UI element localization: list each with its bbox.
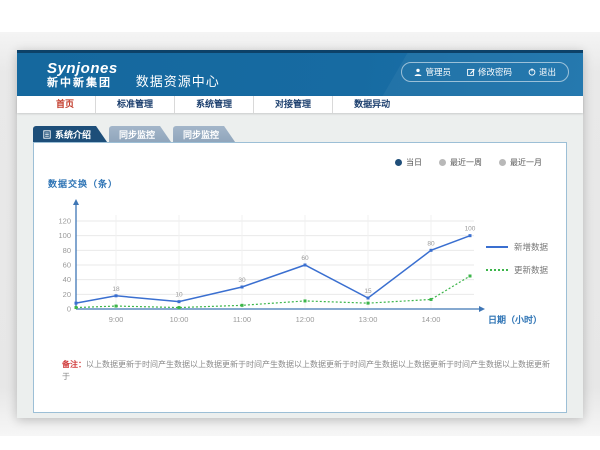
tab-label: 同步监控 [119, 128, 155, 141]
footnote-prefix: 备注： [62, 360, 86, 369]
document-icon [43, 130, 51, 139]
line-sample-solid-icon [486, 246, 508, 248]
change-password-label: 修改密码 [478, 66, 512, 78]
user-icon [414, 68, 422, 76]
chart-legend: 新增数据 更新数据 [486, 241, 548, 276]
svg-text:60: 60 [301, 255, 309, 262]
app-window: Synjones 新中新集团 数据资源中心 管理员 修改密码 退出 首页 标准管… [17, 50, 583, 418]
nav-item-data-change[interactable]: 数据异动 [333, 96, 411, 113]
change-password-button[interactable]: 修改密码 [459, 63, 520, 81]
radio-unselected-icon [499, 159, 506, 166]
svg-text:80: 80 [427, 240, 435, 247]
logout-label: 退出 [539, 66, 556, 78]
svg-text:日期（小时）: 日期（小时） [488, 314, 542, 325]
footnote-text: 以上数据更新于时间产生数据以上数据更新于时间产生数据以上数据更新于时间产生数据以… [62, 360, 550, 381]
svg-text:18: 18 [112, 286, 120, 293]
logout-button[interactable]: 退出 [520, 63, 564, 81]
range-option-label: 最近一周 [450, 157, 482, 168]
user-account-label: 管理员 [425, 66, 451, 78]
time-range-options: 当日 最近一周 最近一月 [395, 157, 542, 168]
range-option-label: 当日 [406, 157, 422, 168]
screen: Synjones 新中新集团 数据资源中心 管理员 修改密码 退出 首页 标准管… [0, 0, 600, 450]
svg-text:60: 60 [63, 261, 71, 270]
line-sample-dotted-icon [486, 269, 508, 271]
svg-text:120: 120 [58, 217, 71, 226]
svg-text:11:00: 11:00 [233, 315, 251, 324]
svg-text:10:00: 10:00 [170, 315, 189, 324]
brand-logo-text-cn: 新中新集团 [47, 78, 118, 89]
nav-item-interface-mgmt[interactable]: 对接管理 [254, 96, 333, 113]
nav-item-standard-mgmt[interactable]: 标准管理 [96, 96, 175, 113]
legend-entry-updated-data: 更新数据 [486, 264, 548, 276]
chart-panel: 当日 最近一周 最近一月 数据交换（条） 0204060801001209:00… [33, 142, 567, 413]
range-option-last-month[interactable]: 最近一月 [499, 157, 542, 168]
nav-item-home[interactable]: 首页 [35, 96, 96, 113]
tab-sync-monitor-2[interactable]: 同步监控 [173, 126, 235, 142]
svg-text:10: 10 [175, 292, 183, 299]
tab-label: 同步监控 [183, 128, 219, 141]
tab-sync-monitor-1[interactable]: 同步监控 [109, 126, 171, 142]
brand-logo: Synjones 新中新集团 [47, 61, 118, 89]
page-title: 数据资源中心 [136, 71, 220, 90]
main-nav: 首页 标准管理 系统管理 对接管理 数据异动 [17, 96, 583, 113]
footnote: 备注：以上数据更新于时间产生数据以上数据更新于时间产生数据以上数据更新于时间产生… [62, 359, 554, 383]
svg-text:9:00: 9:00 [109, 315, 124, 324]
svg-text:12:00: 12:00 [296, 315, 315, 324]
radio-unselected-icon [439, 159, 446, 166]
tab-bar: 系统介绍 同步监控 同步监控 [33, 125, 567, 142]
svg-text:15: 15 [364, 288, 372, 295]
user-account-button[interactable]: 管理员 [406, 63, 459, 81]
power-icon [528, 68, 536, 76]
svg-text:40: 40 [63, 275, 71, 284]
svg-text:100: 100 [465, 226, 476, 233]
svg-text:30: 30 [238, 277, 246, 284]
svg-text:0: 0 [67, 305, 71, 314]
radio-selected-icon [395, 159, 402, 166]
tab-system-intro[interactable]: 系统介绍 [33, 126, 107, 142]
legend-label: 新增数据 [514, 241, 548, 253]
svg-text:100: 100 [58, 231, 71, 240]
content-area: 系统介绍 同步监控 同步监控 当日 最近一周 [17, 113, 583, 418]
brand-logo-text-en: Synjones [47, 61, 118, 76]
range-option-label: 最近一月 [510, 157, 542, 168]
user-menu: 管理员 修改密码 退出 [401, 62, 569, 82]
svg-text:13:00: 13:00 [359, 315, 378, 324]
range-option-today[interactable]: 当日 [395, 157, 422, 168]
svg-text:80: 80 [63, 246, 71, 255]
legend-entry-new-data: 新增数据 [486, 241, 548, 253]
edit-icon [467, 68, 475, 76]
nav-item-system-mgmt[interactable]: 系统管理 [175, 96, 254, 113]
svg-text:14:00: 14:00 [422, 315, 441, 324]
range-option-last-week[interactable]: 最近一周 [439, 157, 482, 168]
legend-label: 更新数据 [514, 264, 548, 276]
svg-text:20: 20 [63, 290, 71, 299]
tab-label: 系统介绍 [55, 128, 91, 141]
